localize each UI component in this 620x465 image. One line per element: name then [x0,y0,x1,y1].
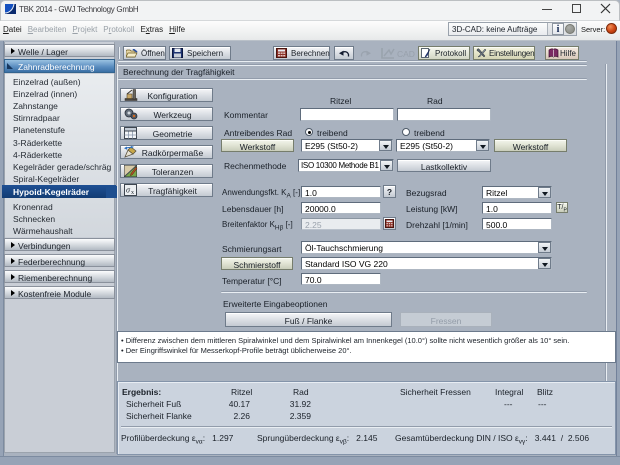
svg-text:x: x [131,190,134,196]
